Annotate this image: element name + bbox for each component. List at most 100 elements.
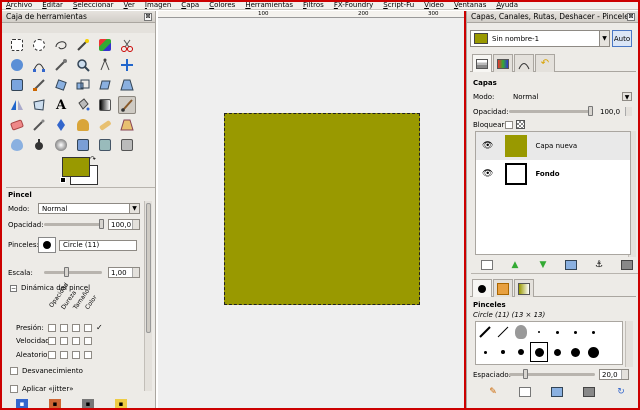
ink-tool[interactable] <box>52 116 70 134</box>
menu-ventanas[interactable]: Ventanas <box>454 1 486 9</box>
layer-mode-select[interactable]: Normal ▼ <box>509 91 633 102</box>
blur-tool[interactable] <box>8 136 26 154</box>
eraser-tool[interactable] <box>8 116 26 134</box>
scale-slider[interactable] <box>44 267 102 277</box>
dyn-checkbox[interactable] <box>72 323 80 332</box>
mode-select[interactable]: Normal ▼ <box>38 203 140 214</box>
spacing-slider[interactable] <box>509 369 595 379</box>
new-brush-icon[interactable] <box>519 387 531 397</box>
dyn-checkbox[interactable] <box>48 351 56 359</box>
save-options-icon[interactable]: ▪ <box>16 399 28 409</box>
lower-layer-icon[interactable]: ▼ <box>537 260 549 270</box>
menu-capa[interactable]: Capa <box>181 1 199 9</box>
menu-filtros[interactable]: Filtros <box>303 1 324 9</box>
delete-options-icon[interactable]: ▪ <box>82 399 94 409</box>
move-tool[interactable] <box>118 56 136 74</box>
tab-undo[interactable]: ↶ <box>535 54 555 72</box>
menu-video[interactable]: Vídeo <box>424 1 444 9</box>
menu-ver[interactable]: Ver <box>123 1 134 9</box>
tab-channels[interactable] <box>493 54 513 72</box>
layer-opacity-spinbutton[interactable]: 100,0 <box>597 106 633 117</box>
brush-cell[interactable] <box>584 322 602 342</box>
color-picker-tool[interactable] <box>52 56 70 74</box>
brushes-scrollbar[interactable] <box>625 321 633 367</box>
brush-cell[interactable] <box>476 322 494 342</box>
blend-tool[interactable] <box>96 96 114 114</box>
tab-paths[interactable] <box>514 54 534 72</box>
lock-pixels-checkbox[interactable] <box>505 120 513 129</box>
menu-archivo[interactable]: Archivo <box>6 1 32 9</box>
extra-tool-1[interactable] <box>74 136 92 154</box>
paintbrush-tool[interactable] <box>118 96 136 114</box>
brush-cell[interactable] <box>530 322 548 342</box>
smudge-tool[interactable] <box>30 136 48 154</box>
spacing-spinbutton[interactable]: 20,0 <box>599 369 629 380</box>
opacity-slider[interactable] <box>44 219 104 229</box>
scale-spinbutton[interactable]: 1,00 <box>108 267 140 278</box>
duplicate-brush-icon[interactable] <box>551 387 563 397</box>
brush-cell[interactable] <box>494 322 512 342</box>
menu-colores[interactable]: Colores <box>209 1 235 9</box>
brush-cell[interactable] <box>548 322 566 342</box>
text-tool[interactable]: A <box>52 96 70 114</box>
brush-cell[interactable] <box>566 322 584 342</box>
dyn-checkbox[interactable] <box>72 337 80 345</box>
menu-ayuda[interactable]: Ayuda <box>496 1 518 9</box>
delete-layer-icon[interactable] <box>621 260 633 270</box>
spacing-slider-thumb[interactable] <box>523 369 529 379</box>
dyn-checkbox[interactable] <box>60 337 68 345</box>
menu-seleccionar[interactable]: Seleccionar <box>73 1 114 9</box>
new-layer-icon[interactable] <box>481 260 493 270</box>
brush-preview[interactable] <box>38 237 56 253</box>
toolbox-close-icon[interactable]: ⊠ <box>144 13 152 21</box>
rotate-tool[interactable] <box>52 76 70 94</box>
perspective-clone-tool[interactable] <box>118 116 136 134</box>
duplicate-layer-icon[interactable] <box>565 260 577 270</box>
layer-row[interactable]: 👁 Fondo <box>476 160 630 188</box>
brush-cell[interactable] <box>512 322 530 342</box>
extra-tool-2[interactable] <box>96 136 114 154</box>
paths-tool[interactable] <box>30 56 48 74</box>
brush-cell[interactable] <box>494 342 512 362</box>
crop-tool[interactable] <box>30 76 48 94</box>
dodge-burn-tool[interactable] <box>52 136 70 154</box>
zoom-tool[interactable] <box>74 56 92 74</box>
scissors-tool[interactable] <box>118 36 136 54</box>
brush-cell-selected[interactable] <box>530 342 548 362</box>
shear-tool[interactable] <box>96 76 114 94</box>
auto-button[interactable]: Auto <box>612 30 632 47</box>
restore-options-icon[interactable]: ▪ <box>49 399 61 409</box>
foreground-select-tool[interactable] <box>8 56 26 74</box>
tab-patterns[interactable] <box>493 279 513 297</box>
cage-tool[interactable] <box>30 96 48 114</box>
dyn-checkbox[interactable] <box>60 351 68 359</box>
dock-close-icon[interactable]: ⊠ <box>627 13 635 21</box>
eye-icon[interactable]: 👁 <box>482 169 493 179</box>
tab-brushes[interactable] <box>472 279 492 297</box>
rect-select-tool[interactable] <box>8 36 26 54</box>
menu-editar[interactable]: Editar <box>42 1 63 9</box>
free-select-tool[interactable] <box>52 36 70 54</box>
tab-gradients[interactable] <box>514 279 534 297</box>
image-select[interactable]: Sin nombre-1 ▼ <box>470 30 610 47</box>
refresh-brushes-icon[interactable]: ↻ <box>615 387 627 397</box>
checker-alpha-icon[interactable] <box>516 120 525 129</box>
fuzzy-select-tool[interactable] <box>74 36 92 54</box>
color-select-tool[interactable] <box>96 36 114 54</box>
dyn-checkbox[interactable] <box>84 337 92 345</box>
fade-row[interactable]: Desvanecimiento <box>10 367 83 375</box>
dyn-checkbox[interactable] <box>84 351 92 359</box>
swap-colors-icon[interactable]: ↷ <box>90 155 96 163</box>
brush-cell[interactable] <box>566 342 584 362</box>
ellipse-select-tool[interactable] <box>30 36 48 54</box>
raise-layer-icon[interactable]: ▲ <box>509 260 521 270</box>
brush-cell[interactable] <box>602 342 620 362</box>
tab-layers[interactable] <box>472 54 492 72</box>
dyn-checkbox[interactable] <box>48 337 56 345</box>
perspective-tool[interactable] <box>118 76 136 94</box>
anchor-layer-icon[interactable]: ⚓ <box>593 260 605 270</box>
bucket-fill-tool[interactable] <box>74 96 92 114</box>
dyn-checkbox[interactable] <box>84 323 92 332</box>
layer-opacity-slider-thumb[interactable] <box>588 106 593 116</box>
menu-script-fu[interactable]: Script-Fu <box>383 1 414 9</box>
